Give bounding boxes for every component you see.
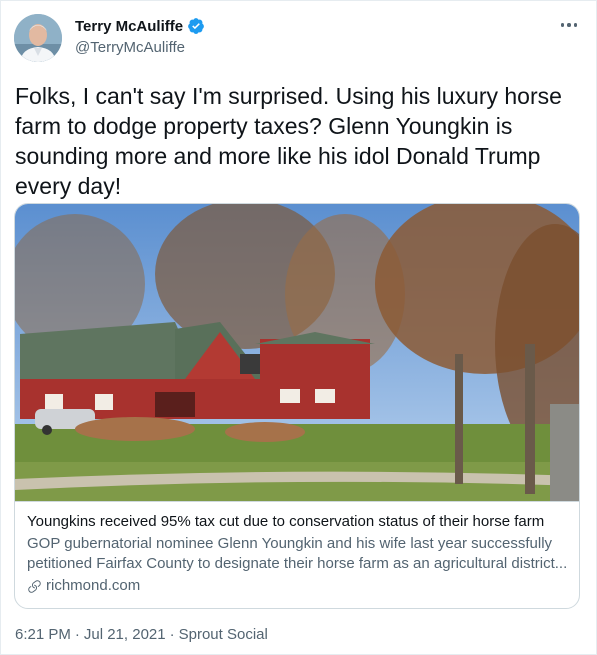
meta-separator: · [169, 626, 175, 643]
meta-separator: · [74, 626, 80, 643]
tweet-date[interactable]: Jul 21, 2021 [84, 626, 166, 643]
verified-badge-icon [188, 18, 204, 34]
card-description: GOP gubernatorial nominee Glenn Youngkin… [27, 535, 568, 572]
card-body[interactable]: Youngkins received 95% tax cut due to co… [15, 501, 579, 608]
tweet-header: Terry McAuliffe @TerryMcAuliffe [75, 17, 205, 56]
tweet-meta: 6:21 PM · Jul 21, 2021 · Sprout Social [15, 626, 268, 643]
card-image[interactable] [15, 204, 580, 501]
card-title[interactable]: Youngkins received 95% tax cut due to co… [27, 512, 569, 532]
tweet-text: Folks, I can't say I'm surprised. Using … [15, 83, 562, 199]
more-options-icon[interactable] [556, 15, 582, 35]
avatar[interactable] [14, 14, 62, 62]
tweet-time[interactable]: 6:21 PM [15, 626, 71, 643]
author-name[interactable]: Terry McAuliffe [75, 18, 183, 35]
link-icon [28, 579, 41, 593]
card-domain[interactable]: richmond.com [27, 576, 569, 596]
link-card[interactable]: Youngkins received 95% tax cut due to co… [14, 203, 580, 609]
card-domain-text[interactable]: richmond.com [46, 576, 140, 596]
tweet-source[interactable]: Sprout Social [179, 626, 268, 643]
author-handle[interactable]: @TerryMcAuliffe [75, 39, 205, 56]
tweet: Terry McAuliffe @TerryMcAuliffe Folks, I… [0, 0, 597, 655]
